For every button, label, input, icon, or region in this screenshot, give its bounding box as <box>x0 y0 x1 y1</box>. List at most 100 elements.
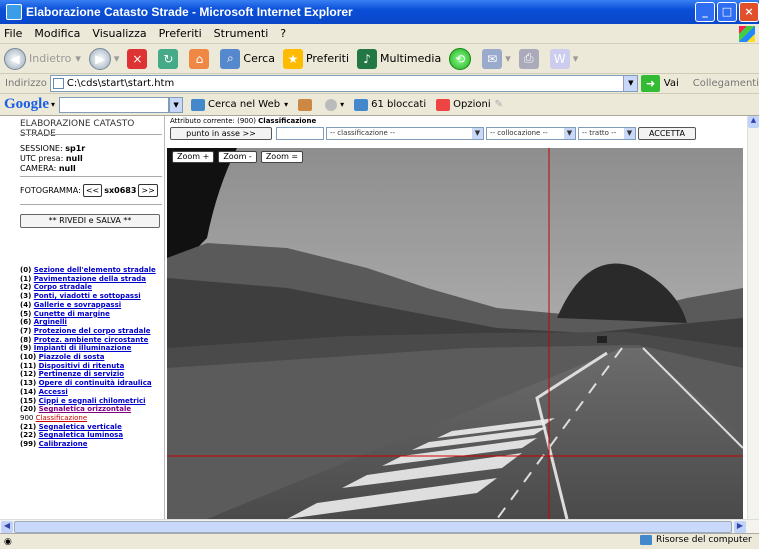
media-icon: ♪ <box>357 48 378 69</box>
scroll-left-icon[interactable]: ◀ <box>1 521 13 533</box>
back-button[interactable]: ◀ Indietro ▾ <box>4 47 81 70</box>
next-frame-button[interactable]: >> <box>138 184 158 197</box>
search-button[interactable]: ⌕ Cerca <box>220 48 275 69</box>
list-item: (0) Sezione dell'elemento stradale <box>20 266 156 274</box>
mail-button[interactable]: ✉ ▾ <box>482 48 511 69</box>
edit-button[interactable]: W ▾ <box>549 48 578 69</box>
list-item: (15) Cippi e segnali chilometrici <box>20 396 146 405</box>
pencil-icon: ✎ <box>494 99 503 110</box>
print-button[interactable]: ⎙ <box>518 48 542 69</box>
list-item: (20) Segnaletica orizzontale <box>20 405 132 414</box>
list-item: (2) Corpo stradale <box>20 283 92 292</box>
google-options-button[interactable]: Opzioni ✎ <box>436 98 503 111</box>
category-link[interactable]: Pertinenze di servizio <box>39 370 125 378</box>
address-dropdown-icon[interactable]: ▼ <box>623 76 638 91</box>
address-label: Indirizzo <box>5 78 47 89</box>
google-toolbar: Google ▾ ▼ Cerca nel Web ▾ ▾ 61 bloccati O… <box>0 94 759 116</box>
category-link[interactable]: Protezione del corpo stradale <box>34 327 151 335</box>
zoom-reset-button[interactable]: Zoom = <box>260 151 304 163</box>
google-logo[interactable]: Google <box>4 96 49 113</box>
edit-icon: W <box>549 48 570 69</box>
go-button[interactable]: Vai <box>664 78 679 89</box>
scroll-thumb[interactable] <box>14 521 732 533</box>
section-select[interactable]: -- tratto -- ▼ <box>578 127 636 140</box>
category-link[interactable]: Corpo stradale <box>34 283 92 291</box>
search-icon: ⌕ <box>220 48 241 69</box>
popup-icon <box>354 98 369 111</box>
category-link[interactable]: Cunette di margine <box>34 310 110 318</box>
menu-file[interactable]: File <box>4 27 22 40</box>
classification-select[interactable]: -- classificazione -- ▼ <box>326 127 484 140</box>
category-link[interactable]: Impianti di illuminazione <box>34 344 132 352</box>
category-link[interactable]: Ponti, viadotti e sottopassi <box>34 292 141 300</box>
history-button[interactable]: ⟲ <box>449 47 474 70</box>
accept-button[interactable]: ACCETTA <box>638 127 696 140</box>
minimize-button[interactable]: _ <box>695 2 715 22</box>
axis-point-input[interactable] <box>276 127 324 140</box>
maximize-button[interactable]: □ <box>717 2 737 22</box>
list-item: (5) Cunette di margine <box>20 309 110 318</box>
stop-button[interactable]: × <box>127 48 150 69</box>
menu-bar: File Modifica Visualizza Preferiti Strum… <box>0 24 759 44</box>
google-search-input[interactable] <box>59 96 170 113</box>
home-button[interactable]: ⌂ <box>189 48 212 69</box>
category-link[interactable]: Cippi e segnali chilometrici <box>39 397 146 405</box>
app-title: ELABORAZIONE CATASTO STRADE <box>20 119 135 139</box>
divider <box>20 134 162 135</box>
google-pagerank[interactable] <box>298 98 315 111</box>
category-link[interactable]: Segnaletica luminosa <box>39 431 123 439</box>
category-link[interactable]: Gallerie e sovrappassi <box>34 301 121 309</box>
close-button[interactable]: × <box>739 2 759 22</box>
list-item: (4) Gallerie e sovrappassi <box>20 300 122 309</box>
menu-preferiti[interactable]: Preferiti <box>159 27 202 40</box>
mail-icon: ✉ <box>482 48 503 69</box>
category-link[interactable]: Dispositivi di ritenuta <box>39 362 125 370</box>
menu-help[interactable]: ? <box>280 27 286 40</box>
menu-strumenti[interactable]: Strumenti <box>214 27 269 40</box>
category-link[interactable]: Arginelli <box>34 318 67 326</box>
review-save-button[interactable]: ** RIVEDI e SALVA ** <box>20 214 160 228</box>
prev-frame-button[interactable]: << <box>82 184 103 197</box>
forward-button[interactable]: ▶ ▾ <box>88 47 119 70</box>
info-icon <box>325 98 338 111</box>
zoom-in-button[interactable]: Zoom + <box>172 151 215 163</box>
category-link[interactable]: Piazzole di sosta <box>39 353 105 361</box>
refresh-button[interactable]: ↻ <box>158 48 181 69</box>
category-link[interactable]: Segnaletica verticale <box>39 423 122 431</box>
menu-modifica[interactable]: Modifica <box>34 27 80 40</box>
category-link[interactable]: Protez. ambiente circostante <box>34 336 149 344</box>
address-input[interactable]: C:\cds\start\start.htm ▼ <box>49 75 639 92</box>
category-link[interactable]: Opere di continuità idraulica <box>39 379 152 387</box>
popup-blocker[interactable]: 61 bloccati <box>354 98 426 111</box>
page-icon <box>52 78 64 89</box>
menu-visualizza[interactable]: Visualizza <box>92 27 146 40</box>
horizontal-scrollbar[interactable]: ◀ ▶ <box>0 519 759 533</box>
road-photo[interactable]: Zoom + Zoom - Zoom = <box>167 148 743 519</box>
media-button[interactable]: ♪ Multimedia <box>357 48 441 69</box>
links-button[interactable]: Collegamenti <box>693 78 759 89</box>
list-item: (8) Protez. ambiente circostante <box>20 335 149 344</box>
google-search-web-button[interactable]: Cerca nel Web ▾ <box>191 98 288 111</box>
placement-select[interactable]: -- collocazione -- ▼ <box>486 127 576 140</box>
scroll-up-icon[interactable]: ▲ <box>748 116 759 128</box>
category-link[interactable]: Sezione dell'elemento stradale <box>34 266 156 274</box>
zoom-out-button[interactable]: Zoom - <box>218 151 257 163</box>
frame-value: sx0683 <box>104 186 137 195</box>
category-link[interactable]: Accessi <box>39 388 68 396</box>
scroll-right-icon[interactable]: ▶ <box>734 521 746 533</box>
options-icon <box>436 98 451 111</box>
favorites-button[interactable]: ★ Preferiti <box>282 48 349 69</box>
go-arrow-icon[interactable]: ➜ <box>641 75 660 92</box>
category-link[interactable]: Segnaletica orizzontale <box>39 405 132 413</box>
category-link[interactable]: Pavimentazione della strada <box>34 275 146 283</box>
windows-logo-icon <box>739 26 755 42</box>
category-link[interactable]: Calibrazione <box>39 440 88 448</box>
axis-point-button[interactable]: punto in asse >> <box>170 127 272 140</box>
list-item: (3) Ponti, viadotti e sottopassi <box>20 292 141 301</box>
computer-icon <box>640 535 652 545</box>
google-search-dropdown[interactable]: ▼ <box>169 96 184 113</box>
category-link[interactable]: Classificazione <box>36 414 88 422</box>
google-info-button[interactable]: ▾ <box>325 98 344 111</box>
zoom-controls: Zoom + Zoom - Zoom = <box>172 151 307 163</box>
vertical-scrollbar[interactable]: ▲ <box>747 116 759 519</box>
